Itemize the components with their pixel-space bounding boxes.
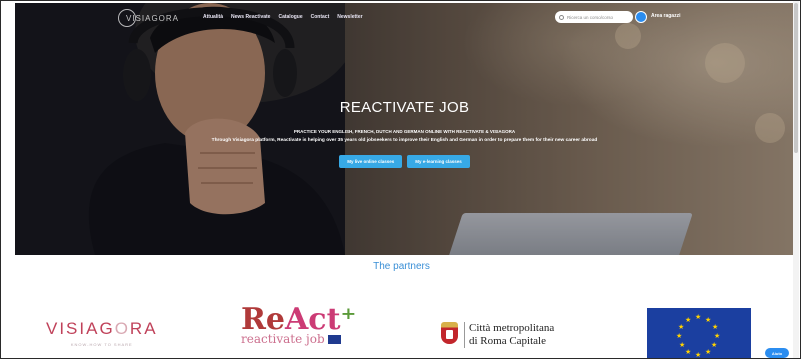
react-subtitle: reactivate job	[241, 332, 356, 346]
partner-logo-roma[interactable]: Città metropolitana di Roma Capitale	[441, 322, 554, 348]
partners-heading: The partners	[373, 261, 430, 272]
logo-text: VISIAGORA	[126, 13, 180, 23]
scrollbar-thumb[interactable]	[794, 3, 798, 153]
page-frame: VISIAGORA Attualità News Reactivate Cata…	[0, 0, 801, 359]
hero-title: REACTIVATE JOB	[339, 99, 470, 116]
nav-links: Attualità News Reactivate Catalogue Cont…	[203, 14, 363, 20]
roma-line-2: di Roma Capitale	[469, 335, 546, 347]
partner-logo-visiagora[interactable]: VISIAGORA KNOW-HOW TO SHARE	[46, 319, 158, 347]
eu-star-icon: ★	[685, 317, 692, 324]
eu-star-icon: ★	[695, 314, 702, 321]
roma-name: Città metropolitana di Roma Capitale	[469, 322, 554, 348]
eu-star-icon: ★	[712, 324, 719, 331]
roma-line-1: Città metropolitana	[469, 322, 555, 334]
help-button[interactable]: Aiuto	[765, 348, 789, 358]
eu-star-icon: ★	[705, 317, 712, 324]
search-icon	[559, 14, 564, 20]
nav-link-attualita[interactable]: Attualità	[203, 14, 223, 20]
hero-banner: VISIAGORA Attualità News Reactivate Cata…	[15, 3, 794, 255]
nav-link-newsletter[interactable]: Newsletter	[337, 14, 362, 20]
site-logo[interactable]: VISIAGORA	[118, 8, 179, 28]
nav-link-contact[interactable]: Contact	[311, 14, 330, 20]
eu-flag-mini-icon	[327, 334, 341, 344]
eu-star-icon: ★	[714, 333, 721, 340]
page-scrollbar[interactable]	[793, 1, 799, 358]
eu-star-icon: ★	[705, 349, 712, 356]
roma-crest-icon	[441, 322, 458, 344]
search-input[interactable]: Ricerca un corso/corso	[555, 11, 633, 23]
nav-link-catalogue[interactable]: Catalogue	[278, 14, 302, 20]
partner-logo-eu-flag[interactable]: ★ ★ ★ ★ ★ ★ ★ ★ ★ ★ ★ ★	[647, 308, 751, 359]
live-classes-button[interactable]: My live online classes	[339, 155, 403, 168]
react-wordmark: ReAct⁺	[241, 302, 357, 337]
eu-star-icon: ★	[695, 352, 702, 359]
visiagora-wordmark: VISIAGORA	[46, 319, 158, 338]
visiagora-tagline: KNOW-HOW TO SHARE	[70, 342, 133, 347]
top-navigation: VISIAGORA Attualità News Reactivate Cata…	[15, 3, 794, 33]
e-learning-button[interactable]: My e-learning classes	[407, 155, 470, 168]
user-avatar-icon[interactable]	[635, 11, 647, 23]
hero-buttons: My live online classes My e-learning cla…	[15, 155, 794, 168]
hero-description: Through Visiagora platform, Reactivate i…	[211, 138, 598, 143]
eu-star-icon: ★	[679, 342, 686, 349]
eu-star-icon: ★	[676, 333, 683, 340]
partner-logo-react[interactable]: ReAct⁺ reactivate job	[241, 302, 357, 347]
roma-divider	[464, 322, 465, 348]
eu-star-icon: ★	[678, 324, 685, 331]
eu-star-icon: ★	[685, 349, 692, 356]
login-link[interactable]: Area ragazzi	[651, 13, 680, 19]
search-placeholder: Ricerca un corso/corso	[567, 14, 614, 20]
nav-link-news-reactivate[interactable]: News Reactivate	[231, 14, 270, 20]
hero-subtitle: PRACTICE YOUR ENGLISH, FRENCH, DUTCH AND…	[293, 129, 516, 134]
eu-star-icon: ★	[711, 342, 718, 349]
